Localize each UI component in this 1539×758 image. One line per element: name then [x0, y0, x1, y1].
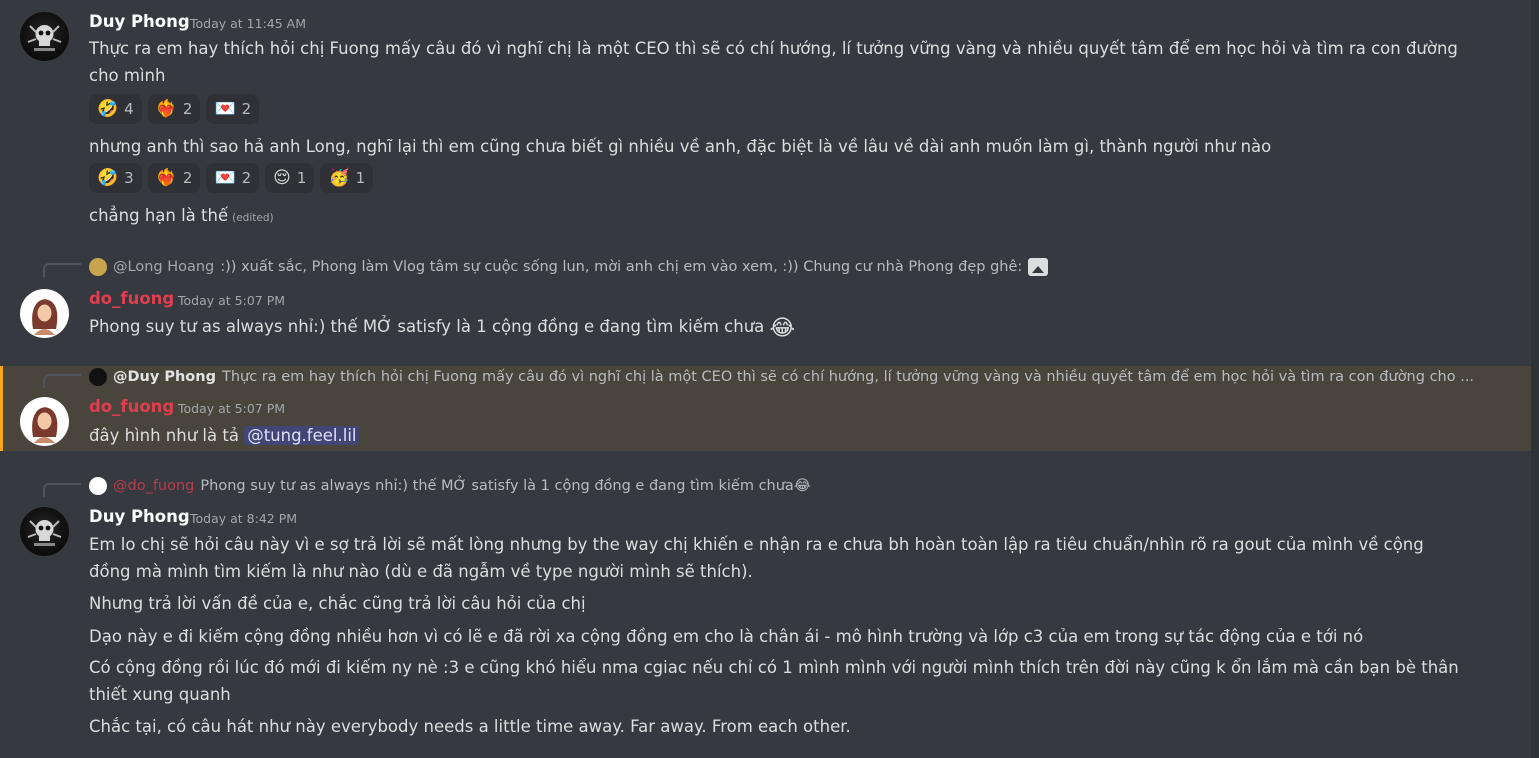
reaction-rofl[interactable]: 🤣 4 — [89, 94, 142, 124]
reply-preview[interactable]: @Long Hoang :)) xuất sắc, Phong làm Vlog… — [89, 258, 1049, 276]
heart-fire-emoji-icon: ❤️‍🔥 — [155, 167, 177, 188]
joy-emoji-icon: 😂 — [793, 478, 811, 494]
reply-avatar — [89, 477, 107, 495]
girl-avatar-icon — [32, 407, 58, 443]
message-text: Em lo chị sẽ hỏi câu này vì e sợ trả lời… — [89, 535, 1424, 554]
reply-text: :)) xuất sắc, Phong làm Vlog tâm sự cuộc… — [220, 259, 1023, 275]
avatar-duy-phong[interactable] — [20, 12, 69, 61]
message-text-content: chẳng hạn là thế — [89, 206, 229, 225]
edited-label: (edited) — [232, 212, 274, 224]
avatar-do-fuong[interactable] — [20, 397, 69, 446]
message-author[interactable]: Duy Phong — [89, 507, 190, 526]
partying-face-emoji-icon: 🥳 — [328, 167, 350, 188]
reaction-rofl[interactable]: 🤣 3 — [89, 163, 142, 193]
reaction-count: 3 — [124, 169, 134, 187]
reply-mention[interactable]: @do_fuong — [113, 478, 194, 494]
message-text: Phong suy tư as always nhỉ:) thế MỞ sati… — [89, 313, 795, 342]
reaction-partying[interactable]: 🥳 1 — [320, 163, 374, 193]
message-timestamp: Today at 5:07 PM — [178, 293, 286, 308]
reply-preview[interactable]: @Duy Phong Thực ra em hay thích hỏi chị … — [89, 368, 1474, 386]
reaction-count: 2 — [182, 169, 193, 187]
reaction-bar: 🤣 4 ❤️‍🔥 2 💌 2 — [89, 94, 260, 124]
avatar-duy-phong[interactable] — [20, 507, 69, 556]
reply-avatar — [89, 368, 107, 386]
message-author[interactable]: do_fuong — [89, 397, 174, 416]
image-icon — [1028, 258, 1049, 276]
heart-fire-emoji-icon: ❤️‍🔥 — [155, 98, 177, 119]
message-author[interactable]: Duy Phong — [89, 12, 190, 31]
reply-mention[interactable]: @Long Hoang — [113, 259, 214, 275]
scrollbar-track[interactable] — [1531, 0, 1539, 758]
reply-text-content: Phong suy tư as always nhỉ:) thế MỞ sati… — [200, 478, 794, 494]
reply-text: Thực ra em hay thích hỏi chị Fuong mấy c… — [221, 369, 1475, 385]
message-author[interactable]: do_fuong — [89, 289, 174, 308]
reaction-bar: 🤣 3 ❤️‍🔥 2 💌 2 😌 1 🥳 1 — [89, 163, 374, 193]
message-text: Chắc tại, có câu hát như này everybody n… — [89, 717, 851, 736]
reaction-count: 1 — [355, 169, 366, 187]
message-text: nhưng anh thì sao hả anh Long, nghĩ lại … — [89, 137, 1272, 156]
avatar-do-fuong[interactable] — [20, 289, 69, 338]
message-timestamp: Today at 8:42 PM — [190, 511, 298, 526]
girl-avatar-icon — [32, 299, 58, 335]
message-text-content: Phong suy tư as always nhỉ:) thế MỞ sati… — [89, 317, 765, 336]
message-text: đồng mà mình tìm kiếm là như nào (dù e đ… — [89, 562, 753, 581]
reply-preview[interactable]: @do_fuong Phong suy tư as always nhỉ:) t… — [89, 477, 811, 495]
reaction-love-letter[interactable]: 💌 2 — [206, 94, 260, 124]
message-text: cho mình — [89, 66, 166, 85]
reply-mention[interactable]: @Duy Phong — [113, 369, 216, 385]
reaction-count: 2 — [241, 100, 252, 118]
love-letter-emoji-icon: 💌 — [214, 167, 236, 188]
reaction-heart-fire[interactable]: ❤️‍🔥 2 — [147, 94, 201, 124]
message-text: Có cộng đồng rồi lúc đó mới đi kiếm ny n… — [89, 658, 1459, 677]
message-text-content: đây hình như là tả — [89, 426, 239, 445]
message-text: đây hình như là tả @tung.feel.lil — [89, 422, 360, 449]
reply-connector — [43, 374, 81, 388]
skull-logo-icon — [27, 520, 62, 546]
message-text: chẳng hạn là thế (edited) — [89, 202, 274, 232]
relieved-face-emoji-icon: 😌 — [273, 167, 291, 188]
reaction-count: 4 — [124, 100, 134, 118]
reply-connector — [43, 483, 81, 497]
message-text: Thực ra em hay thích hỏi chị Fuong mấy c… — [89, 39, 1458, 58]
love-letter-emoji-icon: 💌 — [214, 98, 236, 119]
reaction-heart-fire[interactable]: ❤️‍🔥 2 — [147, 163, 201, 193]
reaction-count: 1 — [296, 169, 307, 187]
reaction-love-letter[interactable]: 💌 2 — [206, 163, 260, 193]
message-timestamp: Today at 11:45 AM — [190, 16, 306, 31]
joy-emoji-icon: 😂 — [769, 316, 796, 341]
rofl-emoji-icon: 🤣 — [97, 167, 119, 188]
message-text: Nhưng trả lời vấn đề của e, chắc cũng tr… — [89, 594, 586, 613]
rofl-emoji-icon: 🤣 — [97, 98, 119, 119]
user-mention[interactable]: @tung.feel.lil — [244, 426, 360, 445]
message-text: thiết xung quanh — [89, 685, 231, 704]
message-timestamp: Today at 5:07 PM — [178, 401, 286, 416]
reaction-count: 2 — [182, 100, 193, 118]
reply-avatar — [89, 258, 107, 276]
skull-logo-icon — [27, 25, 62, 51]
reply-text: Phong suy tư as always nhỉ:) thế MỞ sati… — [200, 478, 810, 494]
reaction-relieved[interactable]: 😌 1 — [265, 163, 315, 193]
reply-connector — [43, 263, 81, 277]
message-text: Dạo này e đi kiếm cộng đồng nhiều hơn vì… — [89, 627, 1364, 646]
reaction-count: 2 — [241, 169, 252, 187]
